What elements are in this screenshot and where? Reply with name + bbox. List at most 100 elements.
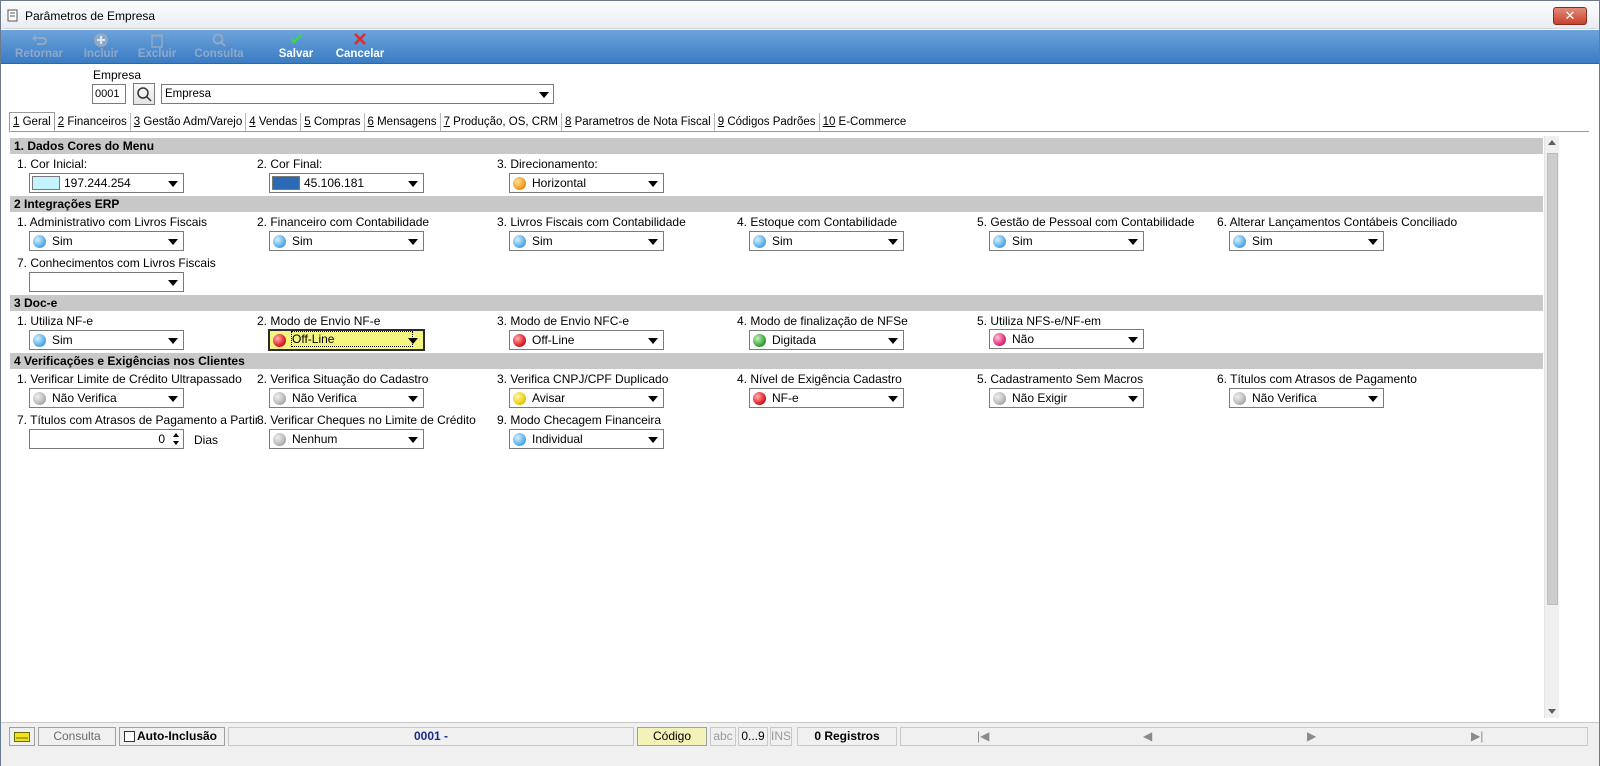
finalizacao-nfse-select[interactable]: Digitada bbox=[749, 330, 904, 350]
consulta-button[interactable]: Consulta bbox=[191, 32, 247, 62]
chevron-down-icon bbox=[408, 181, 418, 187]
field-label: 8. Verificar Cheques no Limite de Crédit… bbox=[257, 413, 476, 427]
consulta-label: Consulta bbox=[194, 48, 244, 60]
ins-indicator: INS bbox=[770, 727, 792, 746]
nav-first-button[interactable]: |◀ bbox=[977, 728, 989, 745]
chevron-down-icon bbox=[539, 92, 549, 98]
dias-atraso-stepper[interactable]: 0 bbox=[29, 429, 184, 449]
excluir-button[interactable]: Excluir bbox=[133, 32, 181, 62]
mode-indicator: Consulta bbox=[38, 727, 116, 746]
close-button[interactable]: ✕ bbox=[1553, 7, 1587, 25]
scroll-up-icon[interactable] bbox=[1548, 140, 1556, 145]
modo-envio-nfe-select[interactable]: Off-Line bbox=[268, 329, 425, 351]
chevron-down-icon bbox=[168, 338, 178, 344]
cheques-limite-select[interactable]: Nenhum bbox=[269, 429, 424, 449]
direcionamento-select[interactable]: Horizontal bbox=[509, 173, 664, 193]
tab-vendas[interactable]: 4 Vendas bbox=[246, 113, 302, 131]
window: Parâmetros de Empresa ✕ Retornar Incluir… bbox=[0, 0, 1600, 766]
scroll-down-icon[interactable] bbox=[1548, 709, 1556, 714]
salvar-button[interactable]: Salvar bbox=[273, 32, 319, 62]
return-icon bbox=[11, 32, 67, 48]
tab-financeiros[interactable]: 2 Financeiros bbox=[55, 113, 131, 131]
cor-final-select[interactable]: 45.106.181 bbox=[269, 173, 424, 193]
field-label: 3. Verifica CNPJ/CPF Duplicado bbox=[497, 372, 669, 386]
incluir-button[interactable]: Incluir bbox=[77, 32, 125, 62]
checagem-financeira-select[interactable]: Individual bbox=[509, 429, 664, 449]
sem-macros-select[interactable]: Não Exigir bbox=[989, 388, 1144, 408]
status-dot-icon bbox=[273, 235, 286, 248]
spin-up-icon[interactable] bbox=[173, 433, 179, 437]
status-bar: Consulta Auto-Inclusão 0001 - Código abc… bbox=[1, 722, 1599, 766]
section-header: 3 Doc-e bbox=[10, 295, 1543, 311]
status-dot-icon bbox=[33, 235, 46, 248]
chevron-down-icon bbox=[168, 181, 178, 187]
empresa-code-input[interactable]: 0001 bbox=[92, 84, 126, 104]
trash-icon bbox=[133, 32, 181, 48]
cancelar-label: Cancelar bbox=[335, 48, 385, 60]
chevron-down-icon bbox=[1368, 239, 1378, 245]
checkbox-box[interactable] bbox=[124, 731, 135, 742]
modo-envio-nfce-select[interactable]: Off-Line bbox=[509, 330, 664, 350]
limite-credito-select[interactable]: Não Verifica bbox=[29, 388, 184, 408]
cancelar-button[interactable]: Cancelar bbox=[331, 32, 389, 62]
cross-icon bbox=[331, 32, 389, 48]
navigator: |◀ ◀ ▶ ▶| bbox=[900, 727, 1588, 746]
chevron-down-icon bbox=[648, 338, 658, 344]
pessoal-contabilidade-select[interactable]: Sim bbox=[989, 231, 1144, 251]
lancamentos-conciliado-select[interactable]: Sim bbox=[1229, 231, 1384, 251]
cnpj-duplicado-select[interactable]: Avisar bbox=[509, 388, 664, 408]
field-label: 2. Verifica Situação do Cadastro bbox=[257, 372, 429, 386]
tab-mensagens[interactable]: 6 Mensagens bbox=[365, 113, 441, 131]
field-label: 6. Alterar Lançamentos Contábeis Concili… bbox=[1217, 215, 1458, 229]
chevron-down-icon bbox=[168, 280, 178, 286]
field-label: 5. Utiliza NFS-e/NF-em bbox=[977, 314, 1102, 328]
utiliza-nfe-select[interactable]: Sim bbox=[29, 330, 184, 350]
auto-inclusao-checkbox[interactable]: Auto-Inclusão bbox=[119, 727, 225, 746]
retornar-button[interactable]: Retornar bbox=[11, 32, 67, 62]
status-dot-icon bbox=[513, 235, 526, 248]
salvar-label: Salvar bbox=[278, 48, 314, 60]
status-dot-icon bbox=[753, 235, 766, 248]
situacao-cadastro-select[interactable]: Não Verifica bbox=[269, 388, 424, 408]
chevron-down-icon bbox=[1128, 337, 1138, 343]
field-label: 4. Nível de Exigência Cadastro bbox=[737, 372, 902, 386]
tab-producao-os-crm[interactable]: 7 Produção, OS, CRM bbox=[441, 113, 562, 131]
keyboard-button[interactable] bbox=[9, 727, 35, 746]
field-label: 3. Modo de Envio NFC-e bbox=[497, 314, 630, 328]
keyboard-icon bbox=[14, 732, 30, 742]
status-dot-icon bbox=[513, 392, 526, 405]
financeiro-contabilidade-select[interactable]: Sim bbox=[269, 231, 424, 251]
empresa-search-button[interactable] bbox=[133, 83, 155, 105]
tab-e-commerce[interactable]: 10 E-Commerce bbox=[820, 113, 910, 131]
field-label: 1. Administrativo com Livros Fiscais bbox=[17, 215, 208, 229]
color-swatch bbox=[272, 176, 300, 190]
sort-field-button[interactable]: Código bbox=[637, 727, 707, 746]
tab-compras[interactable]: 5 Compras bbox=[301, 113, 365, 131]
spin-down-icon[interactable] bbox=[173, 441, 179, 445]
estoque-contabilidade-select[interactable]: Sim bbox=[749, 231, 904, 251]
chevron-down-icon bbox=[408, 396, 418, 402]
nivel-exigencia-select[interactable]: NF-e bbox=[749, 388, 904, 408]
nav-last-button[interactable]: ▶| bbox=[1471, 728, 1483, 745]
cor-inicial-select[interactable]: 197.244.254 bbox=[29, 173, 184, 193]
livros-contabilidade-select[interactable]: Sim bbox=[509, 231, 664, 251]
utiliza-nfse-select[interactable]: Não bbox=[989, 329, 1144, 349]
tab-gestao-adm-varejo[interactable]: 3 Gestão Adm/Varejo bbox=[131, 113, 247, 131]
titulos-atraso-select[interactable]: Não Verifica bbox=[1229, 388, 1384, 408]
tab-parametros-nota-fiscal[interactable]: 8 Parametros de Nota Fiscal bbox=[562, 113, 715, 131]
nav-next-button[interactable]: ▶ bbox=[1307, 728, 1316, 745]
conhecimentos-livros-select[interactable] bbox=[29, 272, 184, 292]
range-indicator: 0...9 bbox=[738, 727, 768, 746]
scroll-thumb[interactable] bbox=[1547, 153, 1558, 605]
tab-geral[interactable]: 1 Geral bbox=[9, 112, 55, 131]
chevron-down-icon bbox=[648, 239, 658, 245]
empresa-select[interactable]: Empresa bbox=[161, 84, 554, 104]
nav-prev-button[interactable]: ◀ bbox=[1143, 728, 1152, 745]
field-label: 2. Cor Final: bbox=[257, 157, 323, 171]
chevron-down-icon bbox=[648, 437, 658, 443]
tab-codigos-padroes[interactable]: 9 Códigos Padrões bbox=[715, 113, 820, 131]
vertical-scrollbar[interactable] bbox=[1544, 136, 1559, 718]
status-dot-icon bbox=[753, 392, 766, 405]
adm-livros-fiscais-select[interactable]: Sim bbox=[29, 231, 184, 251]
status-dot-icon bbox=[513, 334, 526, 347]
